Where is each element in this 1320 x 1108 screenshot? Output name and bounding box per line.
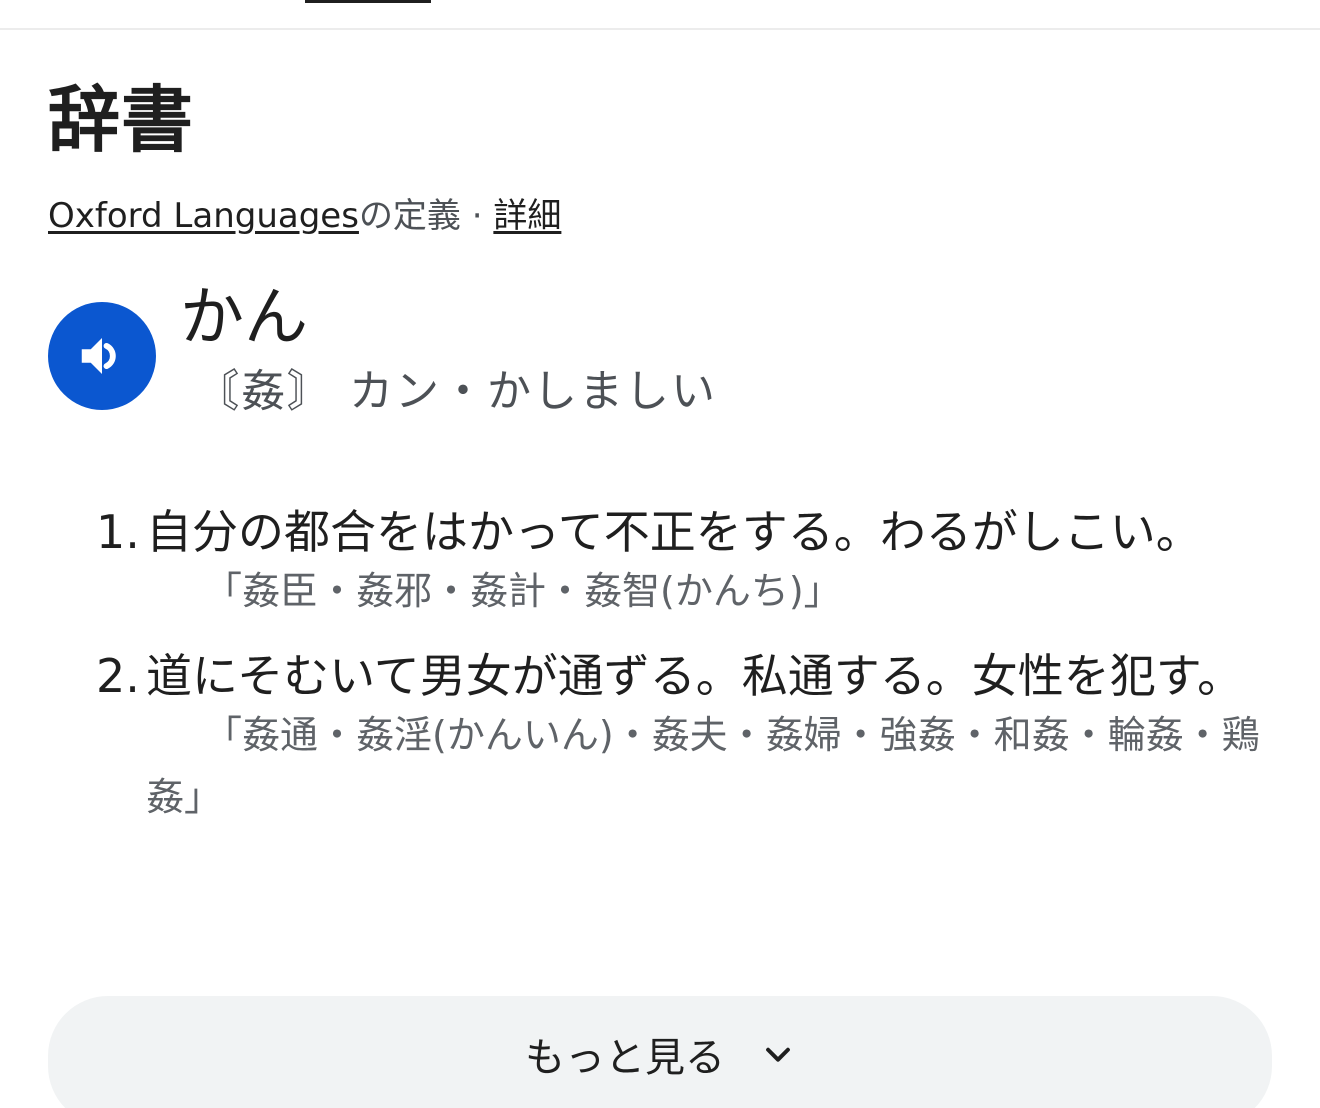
definition-number: 2. [96, 649, 140, 703]
pronounce-button[interactable] [48, 302, 156, 410]
definition-item: 1. 自分の都合をはかって不正をする。わるがしこい。 「姦臣・姦邪・姦計・姦智(… [96, 500, 1276, 622]
definition-examples: 「姦臣・姦邪・姦計・姦智(かんち)」 [204, 569, 842, 613]
definition-item: 2. 道にそむいて男女が通ずる。私通する。女性を犯す。 「姦通・姦淫(かんいん)… [96, 644, 1276, 828]
definition-text: 道にそむいて男女が通ずる。私通する。女性を犯す。 [146, 649, 1244, 703]
dictionary-page: 辞書 Oxford Languagesの定義 · 詳細 かん 〘姦〙 カン・かし… [0, 0, 1320, 1108]
source-suffix: の定義 [358, 196, 461, 236]
kanji-reading: 〘姦〙 カン・かしましい [195, 366, 717, 417]
details-link[interactable]: 詳細 [493, 196, 561, 236]
definition-text: 自分の都合をはかって不正をする。わるがしこい。 [146, 505, 1202, 559]
definition-examples: 「姦通・姦淫(かんいん)・姦夫・姦婦・強姦・和姦・輪姦・鶏姦」 [146, 713, 1260, 819]
section-title: 辞書 [48, 78, 195, 162]
oxford-languages-link[interactable]: Oxford Languages [48, 196, 359, 236]
source-separator: · [460, 196, 494, 236]
definition-number: 1. [96, 505, 140, 559]
active-tab-indicator [305, 0, 431, 3]
speaker-icon [81, 338, 116, 374]
top-divider [0, 28, 1320, 30]
headword: かん [180, 281, 308, 355]
show-more-label: もっと見る [525, 1035, 725, 1081]
definition-list: 1. 自分の都合をはかって不正をする。わるがしこい。 「姦臣・姦邪・姦計・姦智(… [96, 500, 1276, 850]
show-more-button[interactable]: もっと見る [48, 996, 1272, 1108]
chevron-down-icon [766, 1047, 790, 1062]
source-attribution: Oxford Languagesの定義 · 詳細 [48, 194, 561, 238]
